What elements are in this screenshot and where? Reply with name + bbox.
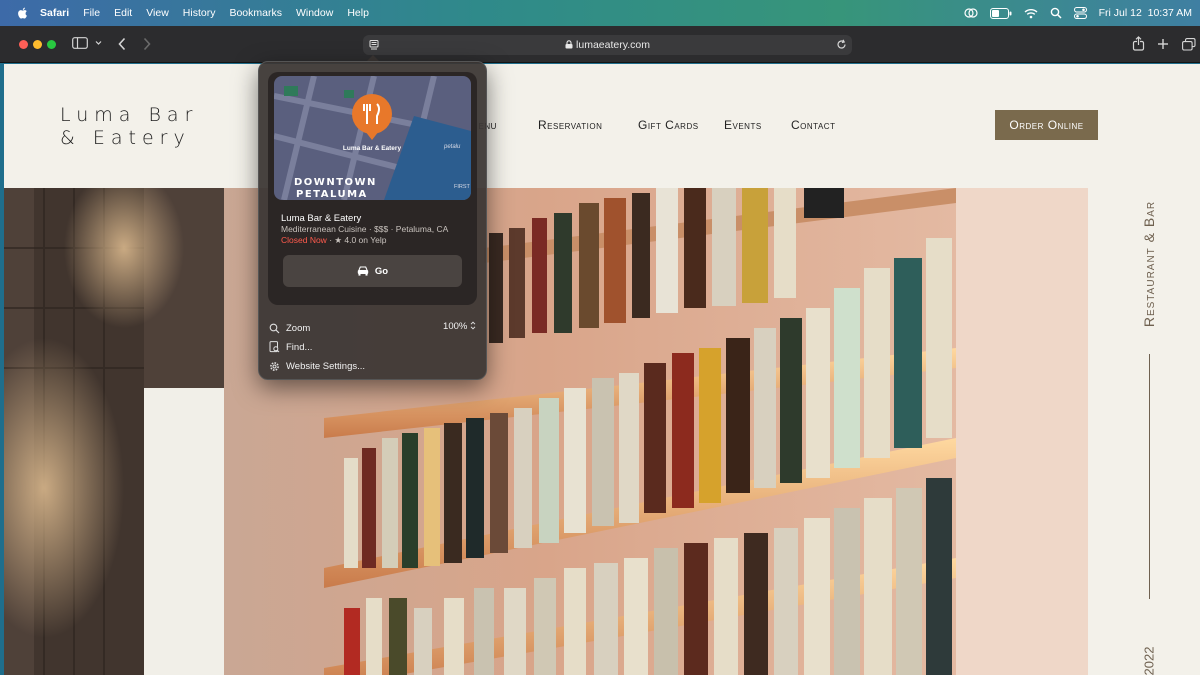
site-logo[interactable]: Luma Bar & Eatery: [60, 104, 198, 150]
safari-toolbar: lumaeatery.com: [0, 26, 1200, 63]
creative-cloud-icon[interactable]: [964, 7, 978, 19]
spotlight-search-icon[interactable]: [1050, 7, 1062, 19]
go-label: Go: [374, 265, 389, 277]
map-place-label: Luma Bar & Eatery: [343, 145, 402, 152]
find-row[interactable]: Find...: [269, 340, 312, 354]
hero-bar-shelves-image: [4, 188, 1088, 675]
gear-icon: [270, 361, 279, 371]
order-online-button[interactable]: Order Online: [995, 110, 1098, 140]
chevron-down-icon[interactable]: [95, 40, 102, 46]
logo-line-2: & Eatery: [60, 127, 191, 149]
place-subtitle: Mediterranean Cuisine · $$$ · Petaluma, …: [281, 224, 449, 234]
close-window-button[interactable]: [19, 40, 28, 49]
map-pin-icon: [352, 94, 392, 134]
reload-icon[interactable]: [836, 39, 847, 50]
url-display: lumaeatery.com: [363, 39, 852, 51]
zoom-window-button[interactable]: [47, 40, 56, 49]
map-district-line-1: DOWNTOWN: [294, 177, 377, 188]
map-street-label-2: FIRST: [454, 184, 471, 190]
control-center-icon[interactable]: [1073, 7, 1087, 19]
side-label-text: Restaurant & Bar: [1141, 200, 1157, 328]
side-vertical-label: Restaurant & Bar: [1139, 194, 1159, 334]
menu-history[interactable]: History: [183, 7, 216, 19]
menu-bookmarks[interactable]: Bookmarks: [229, 7, 282, 19]
nav-reservation[interactable]: Reservation: [538, 118, 602, 132]
tab-overview-icon[interactable]: [1182, 38, 1196, 51]
web-page: Luma Bar & Eatery Menu Reservation Gift …: [4, 64, 1200, 675]
menu-window[interactable]: Window: [296, 7, 333, 19]
zoom-level-stepper[interactable]: 100%: [443, 321, 476, 332]
minimize-window-button[interactable]: [33, 40, 42, 49]
wifi-icon[interactable]: [1024, 8, 1038, 19]
menu-edit[interactable]: Edit: [114, 7, 132, 19]
menu-view[interactable]: View: [146, 7, 169, 19]
place-status: Closed Now · ★ 4.0 on Yelp: [281, 235, 386, 246]
find-label: Find...: [286, 341, 313, 353]
side-year-text: 2022: [1141, 646, 1157, 675]
place-name: Luma Bar & Eatery: [281, 213, 362, 224]
battery-icon[interactable]: [989, 7, 1012, 19]
map-district-line-2: PETALUMA: [296, 189, 368, 200]
nav-events[interactable]: Events: [724, 118, 762, 132]
logo-line-1: Luma Bar: [60, 104, 199, 126]
apple-icon[interactable]: [16, 6, 30, 20]
menu-file[interactable]: File: [83, 7, 100, 19]
side-divider-line: [1149, 354, 1150, 599]
forward-arrow-icon[interactable]: [142, 37, 152, 51]
zoom-label: Zoom: [286, 322, 311, 334]
nav-gift-cards[interactable]: Gift Cards: [638, 118, 699, 132]
new-tab-plus-icon[interactable]: [1157, 38, 1169, 50]
url-text: lumaeatery.com: [576, 39, 650, 51]
website-settings-label: Website Settings...: [286, 360, 366, 372]
menu-app-safari[interactable]: Safari: [40, 7, 69, 19]
place-card[interactable]: petalu FIRST Luma Bar & Eatery DOWNTOWN …: [268, 72, 477, 305]
website-settings-row[interactable]: Website Settings...: [269, 359, 365, 373]
nav-contact[interactable]: Contact: [791, 118, 835, 132]
lock-icon: [565, 40, 573, 49]
find-document-icon: [269, 341, 280, 353]
go-directions-button[interactable]: Go: [283, 255, 462, 287]
side-year: 2022: [1139, 644, 1159, 675]
sidebar-toggle-icon[interactable]: [72, 36, 88, 50]
back-arrow-icon[interactable]: [117, 37, 127, 51]
macos-menu-bar: Safari File Edit View History Bookmarks …: [0, 0, 1200, 26]
menubar-clock[interactable]: Fri Jul 12 10:37 AM: [1099, 7, 1192, 19]
map-preview[interactable]: petalu FIRST Luma Bar & Eatery DOWNTOWN …: [274, 76, 471, 200]
zoom-value: 100%: [443, 321, 468, 332]
share-icon[interactable]: [1132, 36, 1145, 51]
menu-help[interactable]: Help: [347, 7, 369, 19]
up-down-chevron-icon: [470, 321, 476, 330]
yelp-rating-text: · ★ 4.0 on Yelp: [329, 235, 387, 245]
page-menu-popover: petalu FIRST Luma Bar & Eatery DOWNTOWN …: [258, 61, 487, 380]
address-bar[interactable]: lumaeatery.com: [363, 35, 852, 55]
car-icon: [357, 266, 369, 276]
zoom-row[interactable]: Zoom: [269, 321, 310, 335]
zoom-magnifier-icon: [269, 323, 280, 333]
closed-status-text: Closed Now: [281, 235, 327, 245]
map-street-label-1: petalu: [443, 144, 461, 150]
